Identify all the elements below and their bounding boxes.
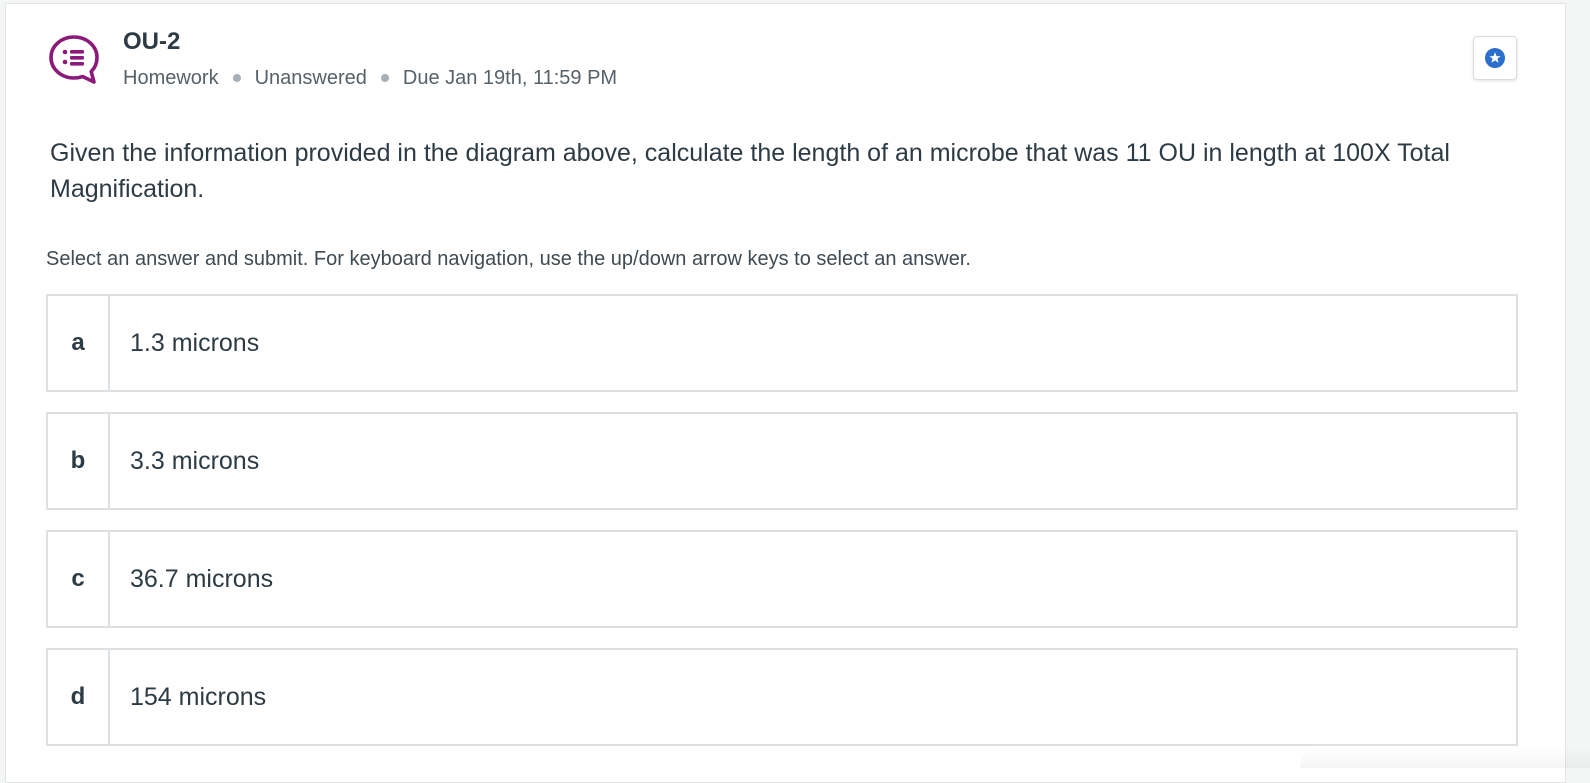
- answer-option-c[interactable]: c 36.7 microns: [46, 530, 1518, 628]
- answer-status: Unanswered: [254, 67, 367, 89]
- option-text: 1.3 microns: [130, 328, 260, 357]
- option-letter: c: [48, 532, 110, 626]
- answer-option-b[interactable]: b 3.3 microns: [46, 412, 1518, 510]
- answer-instructions: Select an answer and submit. For keyboar…: [46, 248, 971, 270]
- floating-panel-edge: [1300, 748, 1590, 768]
- question-title: OU-2: [123, 28, 181, 55]
- due-date: Due Jan 19th, 11:59 PM: [402, 67, 618, 89]
- option-letter: a: [48, 296, 110, 390]
- answer-options: a 1.3 microns b 3.3 microns c 36.7 micro…: [46, 294, 1518, 766]
- separator-dot: [232, 74, 241, 82]
- question-card: OU-2 Homework Unanswered Due Jan 19th, 1…: [5, 3, 1566, 783]
- answer-option-a[interactable]: a 1.3 microns: [46, 294, 1518, 392]
- question-prompt: Given the information provided in the di…: [50, 139, 1450, 203]
- option-letter: b: [48, 414, 110, 508]
- option-letter: d: [48, 650, 110, 744]
- option-text: 154 microns: [130, 682, 267, 711]
- assignment-type: Homework: [123, 67, 219, 89]
- question-meta: Homework Unanswered Due Jan 19th, 11:59 …: [123, 66, 617, 90]
- separator-dot: [380, 74, 389, 82]
- star-icon: [1485, 48, 1505, 68]
- answer-option-d[interactable]: d 154 microns: [46, 648, 1518, 746]
- option-text: 36.7 microns: [130, 564, 274, 593]
- option-text: 3.3 microns: [130, 446, 260, 475]
- bookmark-star-button[interactable]: [1473, 36, 1517, 80]
- multiple-choice-bubble-icon: [48, 33, 100, 85]
